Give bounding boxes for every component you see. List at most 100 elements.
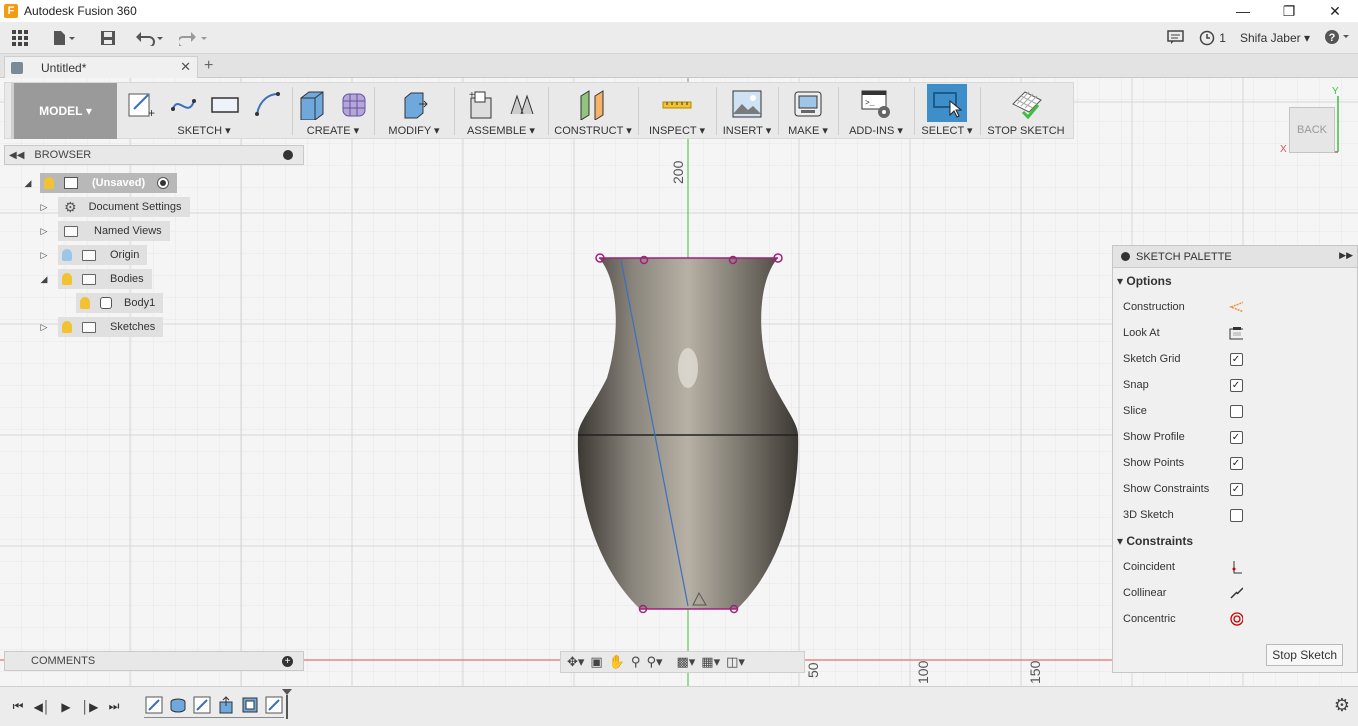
joint-icon[interactable] [505,87,539,121]
display-settings-icon[interactable]: ▩▾ [676,654,695,670]
option-sketch-grid[interactable]: Sketch Grid ✓ [1113,346,1357,372]
tree-root[interactable]: ◢ (Unsaved) [22,173,178,193]
save-icon[interactable] [93,23,123,53]
document-tab[interactable]: Untitled* ✕ [4,56,198,78]
grid-settings-icon[interactable]: ▦▾ [701,654,720,670]
constraint-concentric[interactable]: Concentric [1113,606,1357,632]
option-slice[interactable]: Slice [1113,398,1357,424]
timeline-play-icon[interactable]: ▶ [54,695,78,719]
stop-sketch-icon[interactable] [1009,87,1043,121]
tree-item-origin[interactable]: ▷ Origin [38,245,148,265]
create-sketch-icon[interactable]: + [124,87,158,121]
select-tool-icon[interactable] [927,84,967,122]
concentric-icon[interactable] [1229,612,1243,626]
stop-sketch-label[interactable]: STOP SKETCH [981,125,1071,137]
visibility-bulb-icon[interactable] [62,321,72,333]
stop-sketch-button[interactable]: Stop Sketch [1266,644,1343,666]
timeline-sketch2-icon[interactable] [192,695,212,715]
timeline-revolve-icon[interactable] [168,695,188,715]
sketch-group-label[interactable]: SKETCH ▾ [117,124,291,137]
new-tab-icon[interactable]: + [204,57,213,75]
timeline-marker-icon[interactable] [282,689,292,719]
tree-item-document-settings[interactable]: ▷ ⚙ Document Settings [38,197,190,217]
insert-group-label[interactable]: INSERT ▾ [717,124,777,137]
form-icon[interactable] [337,87,371,121]
expand-triangle-icon[interactable]: ▷ [38,225,50,237]
scripts-icon[interactable]: >_ [859,87,893,121]
coincident-icon[interactable] [1229,560,1243,574]
timeline-sketch-icon[interactable] [144,695,164,715]
select-group-label[interactable]: SELECT ▾ [915,124,979,137]
orbit-icon[interactable]: ✥▾ [567,654,584,670]
visibility-bulb-icon[interactable] [62,249,72,261]
option-show-points[interactable]: Show Points ✓ [1113,450,1357,476]
option-look-at[interactable]: Look At [1113,320,1357,346]
construction-icon[interactable] [1229,300,1243,314]
viewcube-face[interactable]: BACK [1289,107,1335,153]
workspace-switcher[interactable]: MODEL ▾ [11,83,117,139]
viewports-icon[interactable]: ◫▾ [726,654,745,670]
constraints-section-header[interactable]: ▾ Constraints [1113,528,1357,554]
measure-icon[interactable] [660,87,694,121]
minimize-icon[interactable]: — [1220,0,1266,22]
make-group-label[interactable]: MAKE ▾ [779,124,837,137]
timeline-next-icon[interactable]: │▶ [78,695,102,719]
restore-icon[interactable]: ❐ [1266,0,1312,22]
collapse-triangle-icon[interactable]: ◢ [22,177,34,189]
construct-group-label[interactable]: CONSTRUCT ▾ [549,124,637,137]
comments-icon[interactable] [1167,29,1185,47]
assemble-group-label[interactable]: ASSEMBLE ▾ [455,124,547,137]
create-group-label[interactable]: CREATE ▾ [293,124,373,137]
job-status[interactable]: 1 [1199,30,1226,46]
tree-item-sketches[interactable]: ▷ Sketches [38,317,164,337]
inspect-group-label[interactable]: INSPECT ▾ [639,124,715,137]
expand-triangle-icon[interactable]: ▷ [38,321,50,333]
look-at-icon[interactable]: ▣ [590,654,602,670]
palette-collapse-icon[interactable] [1121,252,1130,261]
timeline-shell-icon[interactable] [240,695,260,715]
add-comment-icon[interactable]: + [282,656,293,667]
palette-expand-icon[interactable]: ▶▶ [1339,250,1353,261]
modify-group-label[interactable]: MODIFY ▾ [375,124,453,137]
new-component-icon[interactable]: + [463,87,497,121]
tree-item-body1[interactable]: Body1 [76,293,164,313]
browser-header[interactable]: ◀◀ BROWSER [4,145,304,165]
option-snap[interactable]: Snap ✓ [1113,372,1357,398]
help-icon[interactable]: ? [1324,29,1352,48]
fit-icon[interactable]: ⚲▾ [646,654,662,670]
look-at-camera-icon[interactable] [1229,326,1243,340]
option-3d-sketch[interactable]: 3D Sketch [1113,502,1357,528]
show-profile-checkbox[interactable]: ✓ [1229,430,1243,444]
offset-plane-icon[interactable] [576,87,610,121]
visibility-bulb-icon[interactable] [44,177,54,189]
collapse-triangle-icon[interactable]: ◢ [38,273,50,285]
constraint-coincident[interactable]: Coincident [1113,554,1357,580]
press-pull-icon[interactable] [397,87,431,121]
user-menu[interactable]: Shifa Jaber ▾ [1240,31,1310,45]
sketch-grid-checkbox[interactable]: ✓ [1229,352,1243,366]
expand-triangle-icon[interactable]: ▷ [38,249,50,261]
collapse-browser-icon[interactable]: ◀◀ [9,150,24,161]
options-section-header[interactable]: ▾ Options [1113,268,1357,294]
timeline-sketch3-icon[interactable] [264,695,284,715]
sketch-palette-header[interactable]: SKETCH PALETTE ▶▶ [1113,246,1357,268]
app-grid-icon[interactable] [5,23,35,53]
3d-print-icon[interactable] [791,87,825,121]
timeline-extrude-icon[interactable] [216,695,236,715]
option-show-constraints[interactable]: Show Constraints ✓ [1113,476,1357,502]
constraint-collinear[interactable]: Collinear [1113,580,1357,606]
slice-checkbox[interactable] [1229,404,1243,418]
zoom-icon[interactable]: ⚲ [631,654,641,670]
timeline-last-icon[interactable]: ⏭ [102,695,126,719]
timeline-prev-icon[interactable]: ◀│ [30,695,54,719]
line-tool-icon[interactable] [166,87,200,121]
activate-radio-icon[interactable] [157,177,170,189]
close-tab-icon[interactable]: ✕ [180,59,191,75]
timeline-first-icon[interactable]: ⏮ [6,695,30,719]
comments-header[interactable]: COMMENTS + [4,651,304,671]
collinear-icon[interactable] [1229,586,1243,600]
close-icon[interactable]: ✕ [1312,0,1358,22]
redo-icon[interactable] [179,23,209,53]
option-construction[interactable]: Construction [1113,294,1357,320]
pan-icon[interactable]: ✋ [609,654,625,670]
